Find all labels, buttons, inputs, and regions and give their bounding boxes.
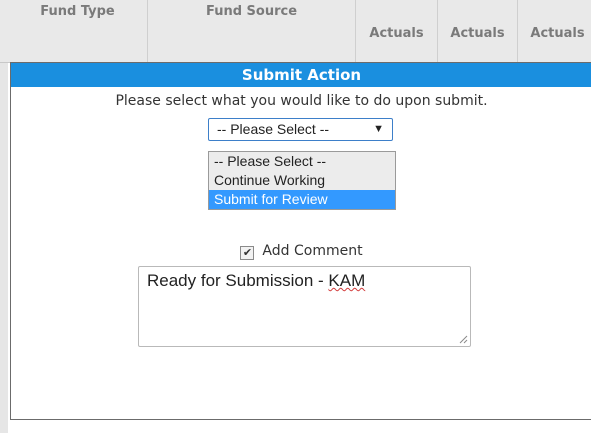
background-table-header: Fund Type Fund Source Actuals Actuals Ac… — [0, 0, 591, 63]
option-submit-for-review[interactable]: Submit for Review — [209, 190, 395, 209]
checkmark-icon: ✔ — [242, 246, 253, 259]
option-continue-working[interactable]: Continue Working — [209, 171, 395, 190]
column-header-actuals-3-label: Actuals — [530, 26, 585, 41]
column-header-fund-source-label: Fund Source — [205, 4, 298, 19]
dialog-prompt: Please select what you would like to do … — [115, 93, 488, 109]
column-header-actuals-2-label: Actuals — [450, 26, 505, 41]
comment-text: Ready for Submission - — [147, 271, 329, 290]
column-header-actuals-2: Actuals — [438, 0, 518, 62]
action-select-value: -- Please Select -- — [217, 121, 330, 137]
column-header-fund-type-label: Fund Type — [40, 4, 115, 19]
action-dropdown-list: -- Please Select -- Continue Working Sub… — [208, 151, 396, 210]
column-header-actuals-1: Actuals — [356, 0, 438, 62]
add-comment-checkbox[interactable]: ✔ — [240, 246, 255, 260]
column-header-fund-source: Fund Source — [148, 0, 356, 62]
column-header-actuals-3: Actuals — [518, 0, 591, 62]
comment-textarea[interactable]: Ready for Submission - KAM — [138, 266, 471, 347]
dialog-title: Submit Action — [11, 63, 591, 87]
action-select[interactable]: -- Please Select -- ▼ — [208, 118, 393, 141]
background-left-column — [0, 0, 8, 433]
column-header-actuals-1-label: Actuals — [369, 26, 424, 41]
comment-initials: KAM — [328, 271, 366, 290]
option-please-select[interactable]: -- Please Select -- — [209, 152, 395, 171]
submit-action-dialog: Submit Action Please select what you wou… — [10, 62, 591, 420]
add-comment-row: ✔ Add Comment — [11, 243, 591, 260]
resize-grip-icon[interactable] — [459, 335, 468, 344]
column-header-fund-type: Fund Type — [8, 0, 148, 62]
add-comment-label: Add Comment — [262, 243, 363, 259]
chevron-down-icon: ▼ — [373, 123, 384, 135]
